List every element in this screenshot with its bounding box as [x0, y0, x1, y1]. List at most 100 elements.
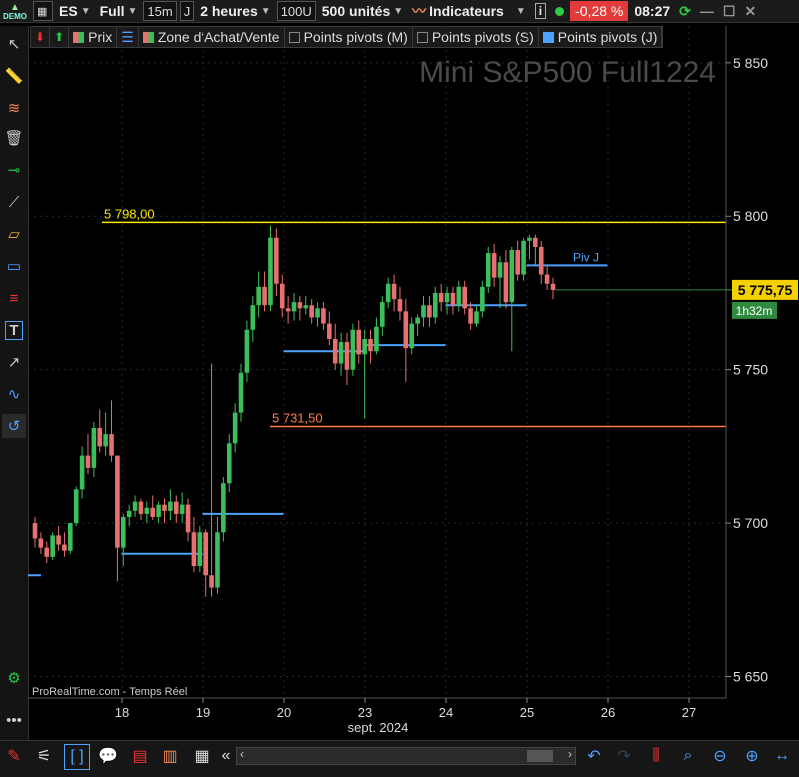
candle-body — [250, 305, 256, 330]
pivot-j-label: Piv J — [573, 250, 599, 264]
x-tick-label: 18 — [115, 705, 129, 720]
candle-body — [109, 434, 114, 456]
candle-body — [168, 501, 173, 511]
chat-button[interactable]: 💬 — [96, 744, 120, 768]
candle-body — [397, 299, 403, 312]
candle-body — [209, 575, 214, 588]
level-low-label: 5 731,50 — [272, 410, 323, 425]
screener-button[interactable]: ▦ — [190, 744, 214, 768]
candle-body — [533, 237, 538, 247]
candle-body — [226, 443, 232, 484]
x-tick-label: 24 — [439, 705, 453, 720]
bracket-button[interactable]: [ ] — [64, 744, 90, 770]
x-tick-label: 27 — [682, 705, 696, 720]
orders-button[interactable]: ▤ — [128, 744, 152, 768]
candle-body — [321, 308, 326, 324]
candle-body — [432, 292, 438, 318]
zoom-out-icon[interactable]: ⊖ — [708, 744, 732, 768]
scroll-thumb[interactable] — [527, 750, 553, 762]
price-chart[interactable]: Mini S&P500 Full1224 ProRealTime.com - T… — [0, 0, 799, 776]
candle-style-button[interactable]: ⫼ — [644, 744, 668, 768]
candle-body — [297, 302, 303, 309]
chart-grid — [28, 26, 726, 698]
candle-body — [303, 305, 309, 309]
candle-body — [179, 504, 185, 514]
y-tick-label: 5 850 — [733, 55, 768, 71]
candle-body — [515, 250, 520, 275]
candle-body — [415, 317, 420, 324]
candle-body — [150, 507, 156, 517]
candle-body — [315, 308, 320, 318]
zoom-in-icon[interactable]: ⊕ — [740, 744, 764, 768]
candle-body — [62, 544, 67, 551]
candle-body — [462, 286, 468, 309]
candle-body — [344, 342, 350, 370]
candle-body — [456, 286, 462, 306]
last-price-text: 5 775,75 — [738, 282, 793, 298]
candle-body — [103, 434, 108, 447]
candle-body — [32, 523, 38, 539]
collapse-button[interactable]: « — [214, 744, 238, 768]
candle-body — [138, 501, 144, 514]
candle-body — [50, 535, 55, 557]
zoom-fit-icon[interactable]: ⌕ — [676, 744, 700, 768]
candle-body — [56, 535, 61, 545]
scroll-left-icon[interactable]: ‹ — [240, 747, 244, 761]
candle-body — [503, 262, 509, 303]
y-tick-label: 5 800 — [733, 208, 768, 224]
x-tick-label: 19 — [196, 705, 210, 720]
candle-body — [474, 311, 479, 324]
candle-body — [203, 532, 209, 576]
candle-body — [132, 501, 138, 511]
chart-title: Mini S&P500 Full1224 — [419, 56, 716, 89]
redo-button[interactable]: ↷ — [612, 744, 636, 768]
candle-body — [73, 489, 79, 524]
month-label: sept. 2024 — [348, 720, 409, 735]
candle-body — [350, 329, 356, 370]
candle-body — [144, 507, 150, 514]
undo-button[interactable]: ↶ — [582, 744, 606, 768]
candle-body — [485, 253, 491, 287]
expand-button[interactable]: ↔ — [770, 744, 794, 768]
candle-body — [68, 523, 73, 551]
candle-body — [491, 253, 497, 278]
scroll-right-icon[interactable]: › — [568, 747, 572, 761]
candle-body — [162, 504, 167, 511]
candle-body — [185, 504, 191, 533]
draw-mode-button[interactable]: ✎ — [2, 744, 26, 768]
x-axis-ticks: 18 19 20 23 24 25 26 27 — [115, 698, 696, 720]
candle-body — [550, 283, 556, 290]
candle-body — [279, 283, 285, 309]
candle-body — [262, 286, 267, 306]
candle-body — [156, 504, 161, 517]
candle-body — [232, 412, 238, 444]
depth-button[interactable]: ▥ — [158, 744, 182, 768]
candle-body — [120, 516, 126, 548]
y-tick-label: 5 650 — [733, 669, 768, 685]
candle-body — [403, 311, 409, 349]
x-tick-label: 23 — [358, 705, 372, 720]
candle-body — [332, 338, 338, 364]
candle-body — [450, 292, 456, 306]
candle-body — [391, 283, 397, 300]
countdown-text: 1h32m — [736, 304, 773, 318]
candle-body — [421, 305, 426, 318]
y-tick-label: 5 750 — [733, 362, 768, 378]
candle-body — [126, 510, 132, 517]
share-button[interactable]: ⚟ — [32, 744, 56, 768]
bottom-toolbar: ✎ ⚟ [ ] 💬 ▤ ▥ ▦ « ‹ › ↶ ↷ ⫼ ⌕ ⊖ ⊕ ↔ — [0, 740, 799, 777]
candle-body — [438, 292, 444, 303]
time-scrollbar[interactable]: ‹ › — [236, 747, 576, 765]
candle-body — [85, 455, 91, 468]
candle-body — [115, 455, 120, 548]
candle-body — [338, 342, 344, 364]
x-tick-label: 20 — [277, 705, 291, 720]
candle-body — [497, 262, 503, 278]
candle-body — [468, 308, 473, 324]
candle-body — [244, 329, 250, 373]
candle-body — [362, 338, 367, 355]
candle-body — [197, 532, 203, 567]
candle-body — [374, 326, 379, 352]
candle-body — [91, 427, 97, 468]
candle-body — [44, 547, 50, 557]
